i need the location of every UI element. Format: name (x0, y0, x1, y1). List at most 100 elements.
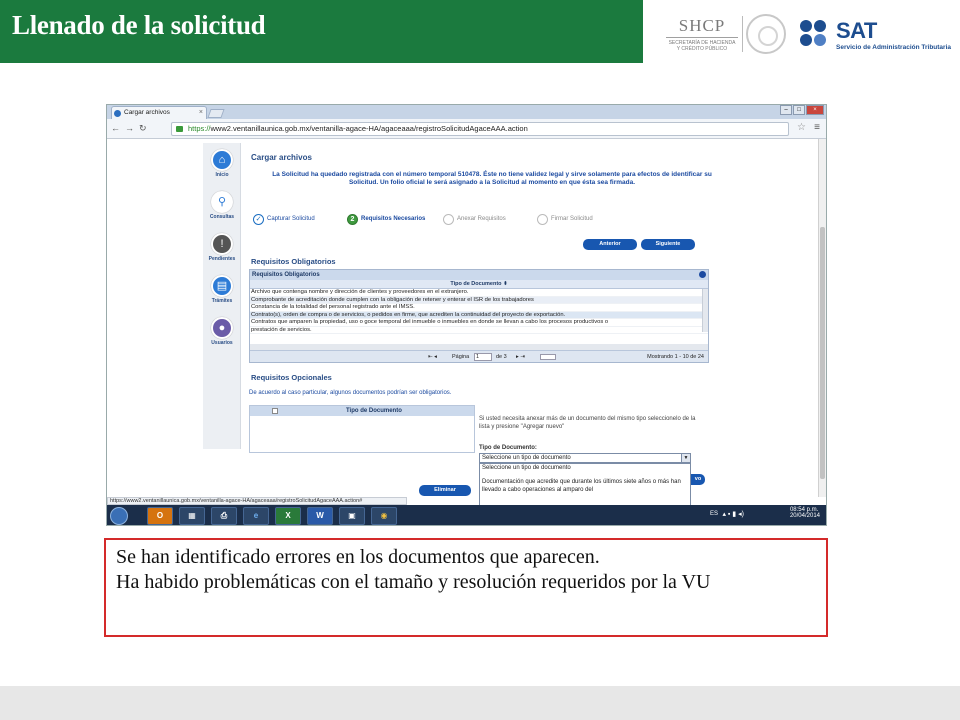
browser-screenshot: Cargar archivos × – □ × ← → ↻ https://ww… (106, 104, 827, 526)
close-window-icon[interactable]: × (806, 105, 824, 115)
page-scrollbar-thumb[interactable] (820, 227, 825, 479)
alert-icon: ! (211, 233, 233, 255)
page-scrollbar[interactable] (818, 139, 826, 497)
back-icon[interactable]: ← (111, 123, 120, 133)
dropdown-option[interactable]: Documentación que acredite que durante l… (480, 478, 690, 494)
browser-status-bar: https://www2.ventanillaunica.gob.mx/vent… (107, 497, 407, 505)
check-icon: ✓ (253, 214, 264, 225)
tab-cargar-archivos[interactable]: Cargar archivos × (111, 106, 207, 119)
document-icon: ▤ (211, 275, 233, 297)
page-content: Cargar archivos La Solicitud ha quedado … (247, 143, 717, 507)
issues-caption-box: Se han identificado errores en los docum… (104, 538, 828, 637)
portal-sidebar: ⌂ Inicio ⚲ Consultas ! Pendientes ▤ Trám… (203, 143, 241, 449)
app-icon[interactable]: ▣ (339, 507, 365, 525)
slide-footer (0, 686, 960, 720)
optional-documents-grid: Tipo de Documento (249, 405, 475, 453)
sat-logo-subtitle: Servicio de Administración Tributaria (836, 44, 951, 51)
start-button-icon[interactable] (110, 507, 128, 525)
forward-icon[interactable]: → (125, 123, 134, 133)
sidebar-item-usuarios[interactable]: ● Usuarios (203, 317, 241, 346)
chevron-down-icon[interactable]: ▼ (681, 454, 690, 462)
slide-header: Llenado de la solicitud (0, 0, 643, 63)
windows-taskbar: O ▦ ⎙ e X W ▣ ◉ ES ▴ ▪ ▮ ◂) 08:54 p.m. 2… (107, 505, 826, 525)
step-number-icon: 2 (347, 214, 358, 225)
window-controls: – □ × (780, 105, 824, 117)
table-row[interactable]: Archivo que contenga nombre y dirección … (250, 289, 708, 297)
step-firmar-solicitud[interactable]: Firmar Solicitud (537, 213, 593, 225)
bookmark-star-icon[interactable]: ☆ (797, 122, 806, 133)
reload-icon[interactable]: ↻ (139, 123, 147, 134)
menu-icon[interactable]: ≡ (814, 122, 820, 133)
word-icon[interactable]: W (307, 507, 333, 525)
dropdown-option[interactable]: Seleccione un tipo de documento (480, 464, 690, 472)
home-icon: ⌂ (211, 149, 233, 171)
required-documents-grid: Requisitos Obligatorios Tipo de Document… (249, 269, 709, 363)
page-number-input[interactable]: 1 (474, 353, 492, 361)
grid-caption: Requisitos Obligatorios (250, 270, 708, 280)
page-heading: Cargar archivos (251, 153, 312, 162)
file-explorer-icon[interactable]: ▦ (179, 507, 205, 525)
previous-button[interactable]: Anterior (583, 239, 637, 250)
slide-title: Llenado de la solicitud (12, 10, 266, 40)
document-type-label: Tipo de Documento: (479, 445, 537, 451)
column-header-tipo-documento[interactable]: Tipo de Documento ⬍ (250, 280, 708, 289)
table-row[interactable]: Comprobante de acreditación donde cumple… (250, 296, 708, 304)
url-input[interactable]: https://www2.ventanillaunica.gob.mx/vent… (171, 122, 789, 136)
table-row[interactable]: Contrato(s), orden de compra o de servic… (250, 311, 708, 319)
page-size-select[interactable] (540, 354, 556, 360)
step-requisitos-necesarios[interactable]: 2 Requisitos Necesarios (347, 213, 425, 225)
new-tab-button[interactable] (207, 109, 225, 118)
caption-line-2: Ha habido problemáticas con el tamaño y … (116, 571, 711, 593)
table-row[interactable]: prestación de servicios. (250, 327, 708, 334)
users-icon: ● (211, 317, 233, 339)
document-type-select[interactable]: Seleccione un tipo de documento ▼ (479, 453, 691, 463)
tray-icons[interactable]: ▴ ▪ ▮ ◂) (722, 510, 744, 518)
address-bar-row: ← → ↻ https://www2.ventanillaunica.gob.m… (107, 119, 826, 139)
tab-strip: Cargar archivos × – □ × (107, 105, 826, 119)
clock[interactable]: 08:54 p.m. 20/04/2014 (790, 507, 820, 525)
tab-label: Cargar archivos (124, 109, 170, 116)
document-type-dropdown: Seleccione un tipo de documento Document… (479, 463, 691, 507)
sidebar-item-pendientes[interactable]: ! Pendientes (203, 233, 241, 262)
lock-icon (176, 126, 183, 132)
minimize-icon[interactable]: – (780, 105, 792, 115)
collapse-icon[interactable] (699, 271, 706, 278)
language-indicator[interactable]: ES (710, 511, 718, 517)
pager-next-icon[interactable]: ▸ ⇥ (516, 351, 525, 362)
internet-explorer-icon[interactable]: e (243, 507, 269, 525)
add-new-button[interactable]: vo (691, 474, 705, 485)
outlook-icon[interactable]: O (147, 507, 173, 525)
optional-grid-header: Tipo de Documento (250, 406, 474, 416)
table-row[interactable]: Constancia de la totalidad del personal … (250, 304, 708, 312)
sidebar-item-tramites[interactable]: ▤ Trámites (203, 275, 241, 304)
close-tab-icon[interactable]: × (199, 107, 203, 119)
wizard-steps: ✓ Capturar Solicitud 2 Requisitos Necesa… (253, 213, 713, 227)
app-icon[interactable]: ⎙ (211, 507, 237, 525)
sidebar-item-inicio[interactable]: ⌂ Inicio (203, 149, 241, 178)
grid-vertical-scrollbar[interactable] (702, 289, 708, 332)
chrome-icon[interactable]: ◉ (371, 507, 397, 525)
optional-help-text: De acuerdo al caso particular, algunos d… (249, 390, 452, 396)
shcp-logo: SHCP SECRETARÍA DE HACIENDA Y CRÉDITO PÚ… (666, 16, 738, 52)
national-seal-icon (746, 14, 786, 54)
delete-button[interactable]: Eliminar (419, 485, 471, 496)
excel-icon[interactable]: X (275, 507, 301, 525)
caption-line-1: Se han identificado errores en los docum… (116, 546, 600, 568)
maximize-icon[interactable]: □ (793, 105, 805, 115)
site-favicon-icon (114, 110, 121, 117)
pager-nav-icon[interactable]: ⇤ ◂ (428, 351, 437, 362)
pending-step-icon (537, 214, 548, 225)
government-logos: SHCP SECRETARÍA DE HACIENDA Y CRÉDITO PÚ… (660, 12, 951, 58)
pending-step-icon (443, 214, 454, 225)
add-more-help-text: Si usted necesita anexar más de un docum… (479, 416, 696, 430)
next-button[interactable]: Siguiente (641, 239, 695, 250)
required-section-title: Requisitos Obligatorios (251, 257, 336, 266)
sidebar-item-consultas[interactable]: ⚲ Consultas (203, 191, 241, 220)
select-all-checkbox[interactable] (272, 408, 278, 414)
step-anexar-requisitos[interactable]: Anexar Requisitos (443, 213, 506, 225)
sat-logo-text: SAT (836, 18, 877, 43)
registration-notice: La Solicitud ha quedado registrada con e… (272, 171, 712, 186)
step-capturar-solicitud[interactable]: ✓ Capturar Solicitud (253, 213, 315, 225)
table-row[interactable]: Contratos que amparen la propiedad, uso … (250, 319, 708, 327)
grid-pager: ⇤ ◂ Página 1 de 3 ▸ ⇥ Mostrando 1 - 10 d… (250, 350, 708, 362)
